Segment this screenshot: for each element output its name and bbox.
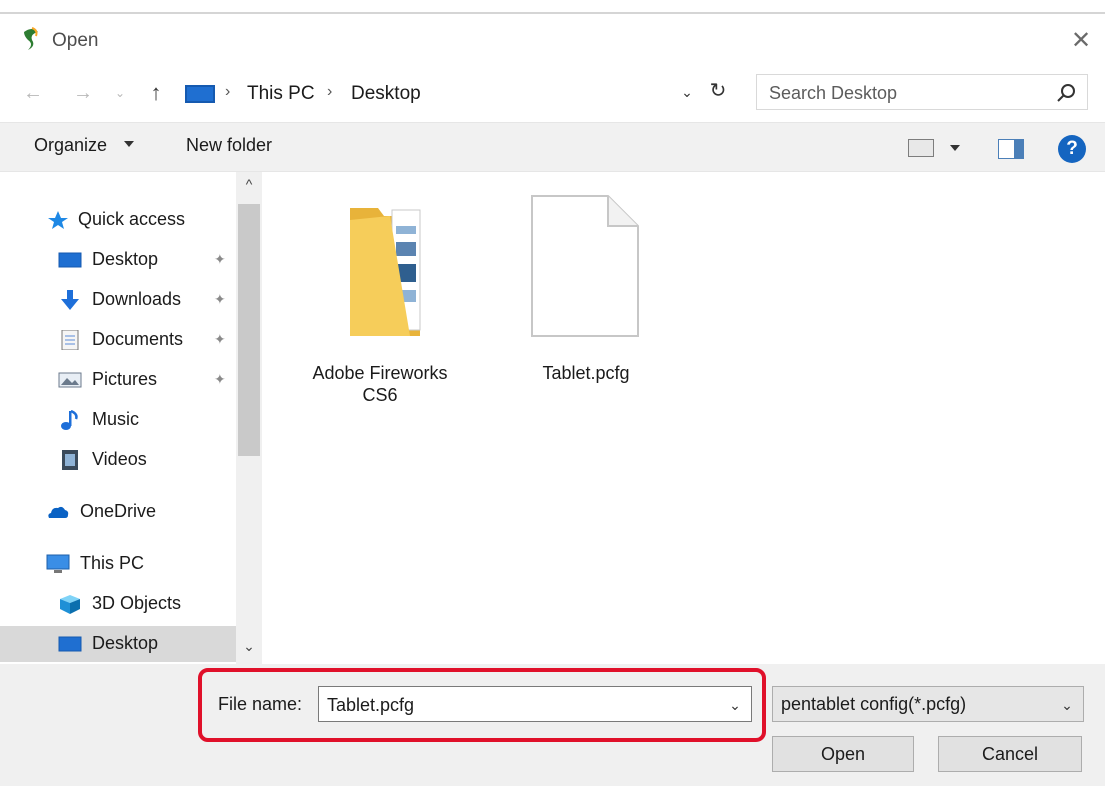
chevron-down-icon[interactable]: ⌄ [1055, 695, 1079, 715]
star-icon [48, 211, 68, 229]
new-folder-button[interactable]: New folder [186, 135, 272, 156]
organize-button[interactable]: Organize [34, 135, 107, 156]
file-type-value: pentablet config(*.pcfg) [781, 694, 967, 714]
forward-button[interactable]: → [68, 76, 98, 110]
sidebar-item-downloads[interactable]: Downloads ✦ [0, 282, 236, 318]
sidebar-item-label: OneDrive [80, 501, 157, 521]
sidebar-item-desktop-selected[interactable]: Desktop [0, 626, 236, 662]
breadcrumb-separator: › [225, 83, 231, 100]
sidebar-item-this-pc[interactable]: This PC [0, 546, 236, 582]
file-label: Adobe Fireworks CS6 [312, 363, 448, 405]
highlight-annotation [198, 668, 766, 742]
sidebar-item-label: 3D Objects [92, 593, 182, 613]
sidebar-item-documents[interactable]: Documents ✦ [0, 322, 236, 358]
download-icon [61, 290, 79, 310]
scroll-down-button[interactable]: ⌄ [236, 638, 262, 660]
desktop-icon [58, 636, 82, 652]
sidebar-item-label: Desktop [92, 633, 159, 653]
sidebar-item-label: Music [92, 409, 140, 429]
app-icon [24, 27, 38, 50]
file-item-folder[interactable]: Adobe Fireworks CS6 [300, 186, 460, 416]
sidebar-item-label: Desktop [92, 249, 159, 269]
folder-icon [350, 208, 421, 336]
view-options-icon[interactable] [908, 139, 934, 157]
music-icon [61, 410, 78, 430]
sidebar-item-music[interactable]: Music [0, 402, 236, 438]
computer-icon [185, 85, 215, 103]
cloud-icon [48, 506, 69, 518]
pin-icon: ✦ [214, 371, 226, 387]
address-bar[interactable]: › This PC › Desktop [178, 76, 738, 110]
document-icon [61, 330, 79, 350]
sidebar-item-label: Videos [92, 449, 147, 469]
preview-pane-icon[interactable] [998, 139, 1024, 159]
file-item-tablet-pcfg[interactable]: Tablet.pcfg [506, 186, 666, 416]
sidebar-item-label: Quick access [78, 209, 186, 229]
search-input[interactable] [769, 81, 1039, 105]
navigation-pane: Quick access Desktop ✦ Downloads ✦ Docum… [0, 172, 262, 664]
sidebar-item-label: This PC [80, 553, 145, 573]
sidebar-item-desktop[interactable]: Desktop ✦ [0, 242, 236, 278]
dialog-footer: File name: ⌄ pentablet config(*.pcfg) ⌄ … [0, 664, 1105, 786]
file-label: Tablet.pcfg [542, 363, 630, 383]
video-icon [62, 450, 78, 470]
breadcrumb-this-pc[interactable]: This PC [247, 83, 315, 105]
scroll-up-button[interactable]: ^ [236, 176, 262, 198]
cancel-button[interactable]: Cancel [938, 736, 1082, 772]
sidebar-item-label: Pictures [92, 369, 158, 389]
file-icon [531, 195, 639, 337]
open-button[interactable]: Open [772, 736, 914, 772]
address-dropdown-button[interactable]: ⌄ [676, 82, 698, 102]
file-list: Adobe Fireworks CS6 Tablet.pcfg [262, 172, 1105, 664]
organize-caret-icon[interactable] [124, 141, 134, 147]
window-title: Open [52, 30, 99, 51]
command-toolbar: Organize New folder ? [0, 122, 1105, 172]
sidebar-item-label: Downloads [92, 289, 182, 309]
nav-scrollbar[interactable]: ^ ⌄ [236, 172, 262, 664]
pin-icon: ✦ [214, 251, 226, 267]
view-options-caret-icon[interactable] [950, 145, 960, 151]
search-icon[interactable] [1053, 81, 1079, 105]
sidebar-item-onedrive[interactable]: OneDrive [0, 494, 236, 530]
cube-icon [60, 595, 80, 614]
recent-locations-button[interactable]: ⌄ [112, 76, 128, 110]
refresh-button[interactable]: ↻ [704, 76, 732, 106]
title-bar: Open ✕ [0, 16, 1105, 68]
pin-icon: ✦ [214, 291, 226, 307]
top-border [0, 0, 1105, 14]
sidebar-item-videos[interactable]: Videos [0, 442, 236, 478]
close-button[interactable]: ✕ [1064, 24, 1098, 58]
computer-icon [46, 554, 70, 573]
pin-icon: ✦ [214, 331, 226, 347]
pictures-icon [58, 372, 82, 388]
up-button[interactable]: ↑ [140, 76, 172, 110]
sidebar-item-quick-access[interactable]: Quick access [0, 202, 236, 238]
sidebar-item-3d-objects[interactable]: 3D Objects [0, 586, 236, 622]
scroll-thumb[interactable] [238, 204, 260, 456]
file-type-select[interactable]: pentablet config(*.pcfg) ⌄ [772, 686, 1084, 722]
help-icon[interactable]: ? [1058, 135, 1086, 163]
breadcrumb-desktop[interactable]: Desktop [351, 83, 421, 105]
breadcrumb-separator: › [327, 83, 333, 100]
back-button[interactable]: ← [18, 76, 48, 110]
sidebar-item-label: Documents [92, 329, 184, 349]
sidebar-item-pictures[interactable]: Pictures ✦ [0, 362, 236, 398]
search-box[interactable] [756, 74, 1088, 110]
desktop-icon [58, 252, 82, 268]
